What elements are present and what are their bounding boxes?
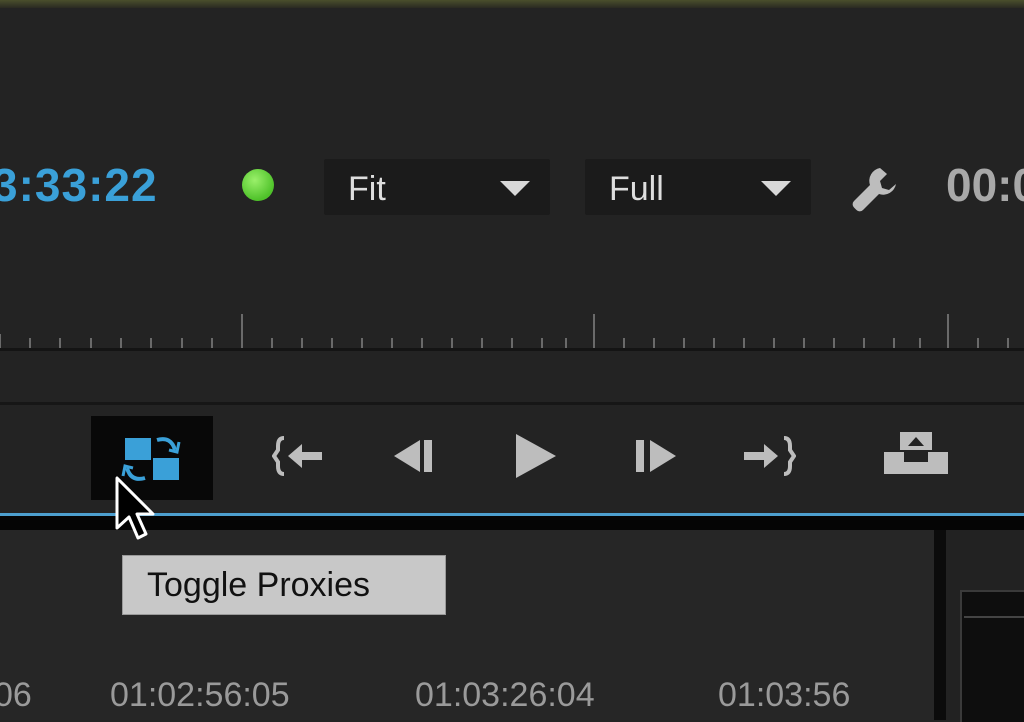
- ruler-baseline: [0, 348, 1024, 351]
- timeline-ruler-label: 01:03:26:04: [415, 676, 595, 714]
- go-to-in-icon[interactable]: [272, 434, 328, 478]
- audio-meter-inner: [964, 616, 1024, 722]
- timeline-ruler-label: 06: [0, 676, 32, 714]
- chevron-down-icon: [761, 181, 791, 196]
- play-icon[interactable]: [512, 432, 560, 480]
- playhead-timecode[interactable]: 3:33:22: [0, 158, 158, 212]
- zoom-level-dropdown[interactable]: Fit: [324, 159, 550, 215]
- timeline-ruler-label: 01:02:56:05: [110, 676, 290, 714]
- mouse-cursor-icon: [115, 476, 155, 540]
- timeline-ruler-label: 01:03:56: [718, 676, 851, 714]
- lift-icon[interactable]: [882, 430, 950, 476]
- window-top-edge: [0, 0, 1024, 8]
- step-back-icon[interactable]: [392, 436, 440, 476]
- status-indicator-icon: [242, 169, 274, 201]
- chevron-down-icon: [500, 181, 530, 196]
- zoom-level-value: Fit: [348, 170, 386, 208]
- playback-resolution-dropdown[interactable]: Full: [585, 159, 811, 215]
- panel-divider[interactable]: [934, 530, 946, 720]
- panel-separator: [0, 402, 1024, 405]
- playback-resolution-value: Full: [609, 170, 664, 208]
- tooltip: Toggle Proxies: [122, 555, 446, 615]
- step-forward-icon[interactable]: [632, 436, 680, 476]
- wrench-settings-icon[interactable]: [850, 164, 902, 214]
- tooltip-text: Toggle Proxies: [147, 566, 371, 604]
- time-ruler[interactable]: [0, 312, 1024, 352]
- duration-timecode: 00:0: [946, 159, 1024, 211]
- go-to-out-icon[interactable]: [740, 434, 796, 478]
